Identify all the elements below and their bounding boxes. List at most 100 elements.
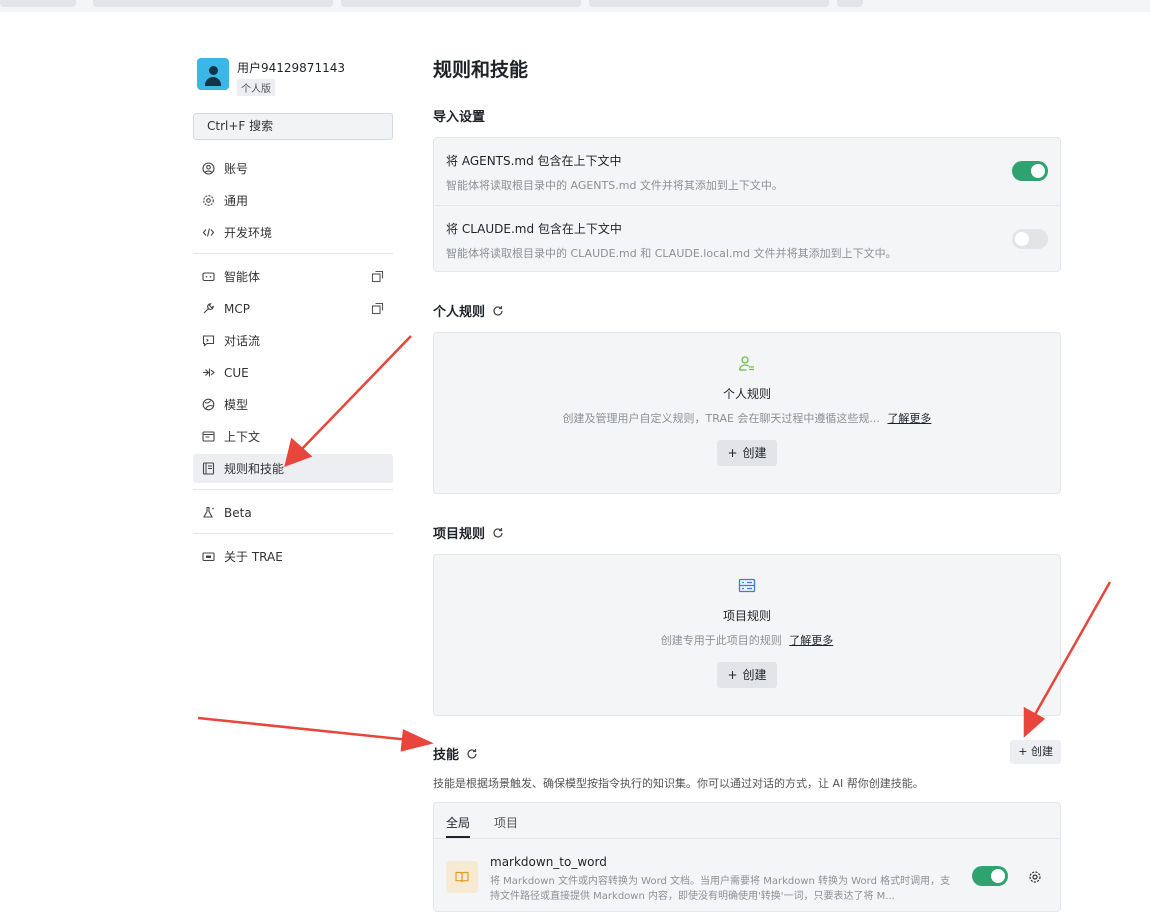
- project-rules-empty-desc: 创建专用于此项目的规则 了解更多: [434, 632, 1060, 648]
- context-icon: [202, 430, 215, 443]
- open-external-icon[interactable]: [371, 302, 384, 315]
- sidebar-item-label: 开发环境: [224, 226, 273, 240]
- browser-tab-strip: [0, 0, 1150, 12]
- tab-strip-segment[interactable]: [341, 0, 581, 7]
- sidebar-divider: [193, 489, 393, 490]
- sidebar-item-label: 模型: [224, 398, 249, 412]
- create-personal-rule-button[interactable]: + 创建: [717, 440, 777, 466]
- arrow-head: [400, 729, 434, 752]
- tab-strip-segment[interactable]: [0, 0, 76, 7]
- sidebar-item-dev-env[interactable]: 开发环境: [193, 218, 393, 247]
- tab-strip-segment[interactable]: [589, 0, 829, 7]
- import-settings-title: 导入设置: [433, 110, 486, 125]
- plan-badge: 个人版: [237, 79, 275, 96]
- tab-strip-segment[interactable]: [837, 0, 863, 7]
- sidebar-item-general[interactable]: 通用: [193, 186, 393, 215]
- sidebar-item-label: 账号: [224, 162, 249, 176]
- sidebar-item-chat-flow[interactable]: 对话流: [193, 326, 393, 355]
- project-rules-empty-title: 项目规则: [722, 609, 771, 623]
- arrow-to-skills: [197, 716, 411, 742]
- personal-rule-icon: [738, 355, 756, 373]
- create-skill-button[interactable]: + 创建: [1010, 740, 1061, 764]
- tab-project[interactable]: 项目: [494, 803, 518, 838]
- gear-icon: [202, 194, 215, 207]
- plus-icon: +: [1018, 745, 1031, 758]
- skill-item[interactable]: markdown_to_word 将 Markdown 文件或内容转换为 Wor…: [434, 839, 1060, 904]
- sidebar-item-account[interactable]: 账号: [193, 154, 393, 183]
- claude-md-row: 将 CLAUDE.md 包含在上下文中 智能体将读取根目录中的 CLAUDE.m…: [434, 205, 1060, 272]
- personal-rules-title-text: 个人规则: [433, 305, 486, 320]
- agents-md-title: 将 AGENTS.md 包含在上下文中: [446, 154, 622, 168]
- personal-rules-card: 个人规则 创建及管理用户自定义规则，TRAE 会在聊天过程中遵循这些规... 了…: [433, 332, 1061, 494]
- sidebar-item-label: 通用: [224, 194, 249, 208]
- tab-strip-segment[interactable]: [93, 0, 333, 7]
- user-circle-icon: [202, 162, 215, 175]
- refresh-icon[interactable]: [466, 748, 478, 760]
- sidebar-item-label: MCP: [224, 301, 250, 316]
- sidebar-divider: [193, 533, 393, 534]
- import-settings-card: 将 AGENTS.md 包含在上下文中 智能体将读取根目录中的 AGENTS.m…: [433, 137, 1061, 272]
- learn-more-link[interactable]: 了解更多: [789, 634, 833, 647]
- personal-rules-desc-text: 创建及管理用户自定义规则，TRAE 会在聊天过程中遵循这些规...: [562, 412, 880, 425]
- user-name: 用户94129871143: [237, 61, 345, 75]
- skill-name: markdown_to_word: [490, 855, 607, 869]
- claude-md-title: 将 CLAUDE.md 包含在上下文中: [446, 222, 622, 236]
- cue-icon: [202, 366, 215, 379]
- sidebar-item-label: 关于 TRAE: [224, 550, 283, 564]
- refresh-icon[interactable]: [492, 305, 504, 317]
- code-icon: [202, 226, 215, 239]
- personal-rules-empty-title: 个人规则: [722, 387, 771, 401]
- page-title: 规则和技能: [433, 59, 529, 81]
- refresh-icon[interactable]: [492, 527, 504, 539]
- agents-md-toggle[interactable]: [1012, 161, 1048, 181]
- button-label: 创建: [742, 446, 767, 460]
- skills-title-text: 技能: [433, 748, 460, 763]
- sidebar-item-label: 智能体: [224, 270, 261, 284]
- sidebar-nav: 账号 通用 开发环境 智能体 MCP 对话流 CUE 模型 上下文 规则和技能 …: [193, 154, 393, 571]
- sidebar-item-mcp[interactable]: MCP: [193, 294, 393, 323]
- wrench-icon: [202, 302, 215, 315]
- skills-description: 技能是根据场景触发、确保模型按指令执行的知识集。你可以通过对话的方式，让 AI …: [433, 777, 924, 790]
- gear-icon[interactable]: [1028, 869, 1042, 883]
- settings-sidebar: 用户94129871143 个人版 Ctrl+F 搜索 账号 通用 开发环境 智…: [193, 55, 393, 574]
- sidebar-item-label: 规则和技能: [224, 462, 285, 476]
- sidebar-item-beta[interactable]: Beta: [193, 498, 393, 527]
- project-rules-card: 项目规则 创建专用于此项目的规则 了解更多 + 创建: [433, 554, 1061, 716]
- avatar: [197, 58, 229, 90]
- project-rule-icon: [738, 577, 756, 595]
- skill-desc: 将 Markdown 文件或内容转换为 Word 文档。当用户需要将 Markd…: [490, 876, 951, 902]
- learn-more-link[interactable]: 了解更多: [887, 412, 931, 425]
- button-label: 创建: [1031, 745, 1053, 758]
- skill-toggle[interactable]: [972, 866, 1008, 886]
- sidebar-item-model[interactable]: 模型: [193, 390, 393, 419]
- sidebar-item-label: 上下文: [224, 430, 261, 444]
- user-profile[interactable]: 用户94129871143 个人版: [193, 55, 393, 96]
- personal-rules-title: 个人规则: [433, 301, 504, 320]
- about-icon: [202, 550, 215, 563]
- plus-icon: +: [727, 668, 738, 682]
- rules-icon: [202, 462, 215, 475]
- flask-icon: [202, 506, 215, 519]
- search-input[interactable]: Ctrl+F 搜索: [193, 113, 393, 140]
- agents-md-row: 将 AGENTS.md 包含在上下文中 智能体将读取根目录中的 AGENTS.m…: [434, 138, 1060, 205]
- sidebar-item-rules-skills[interactable]: 规则和技能: [193, 454, 393, 483]
- skills-tabs: 全局 项目: [434, 803, 1060, 839]
- claude-md-toggle[interactable]: [1012, 229, 1048, 249]
- tab-global[interactable]: 全局: [446, 803, 471, 838]
- sidebar-item-about[interactable]: 关于 TRAE: [193, 542, 393, 571]
- personal-rules-empty-desc: 创建及管理用户自定义规则，TRAE 会在聊天过程中遵循这些规... 了解更多: [434, 410, 1060, 426]
- book-icon: [446, 861, 478, 893]
- sidebar-divider: [193, 253, 393, 254]
- button-label: 创建: [742, 668, 767, 682]
- project-rules-title-text: 项目规则: [433, 527, 486, 542]
- sidebar-item-label: Beta: [224, 505, 252, 520]
- sidebar-item-agents[interactable]: 智能体: [193, 262, 393, 291]
- sidebar-item-cue[interactable]: CUE: [193, 358, 393, 387]
- sidebar-item-context[interactable]: 上下文: [193, 422, 393, 451]
- project-rules-title: 项目规则: [433, 523, 504, 542]
- create-project-rule-button[interactable]: + 创建: [717, 662, 777, 688]
- agents-md-desc: 智能体将读取根目录中的 AGENTS.md 文件并将其添加到上下文中。: [446, 179, 783, 192]
- sidebar-item-label: CUE: [224, 365, 249, 380]
- chat-flow-icon: [202, 334, 215, 347]
- open-external-icon[interactable]: [371, 270, 384, 283]
